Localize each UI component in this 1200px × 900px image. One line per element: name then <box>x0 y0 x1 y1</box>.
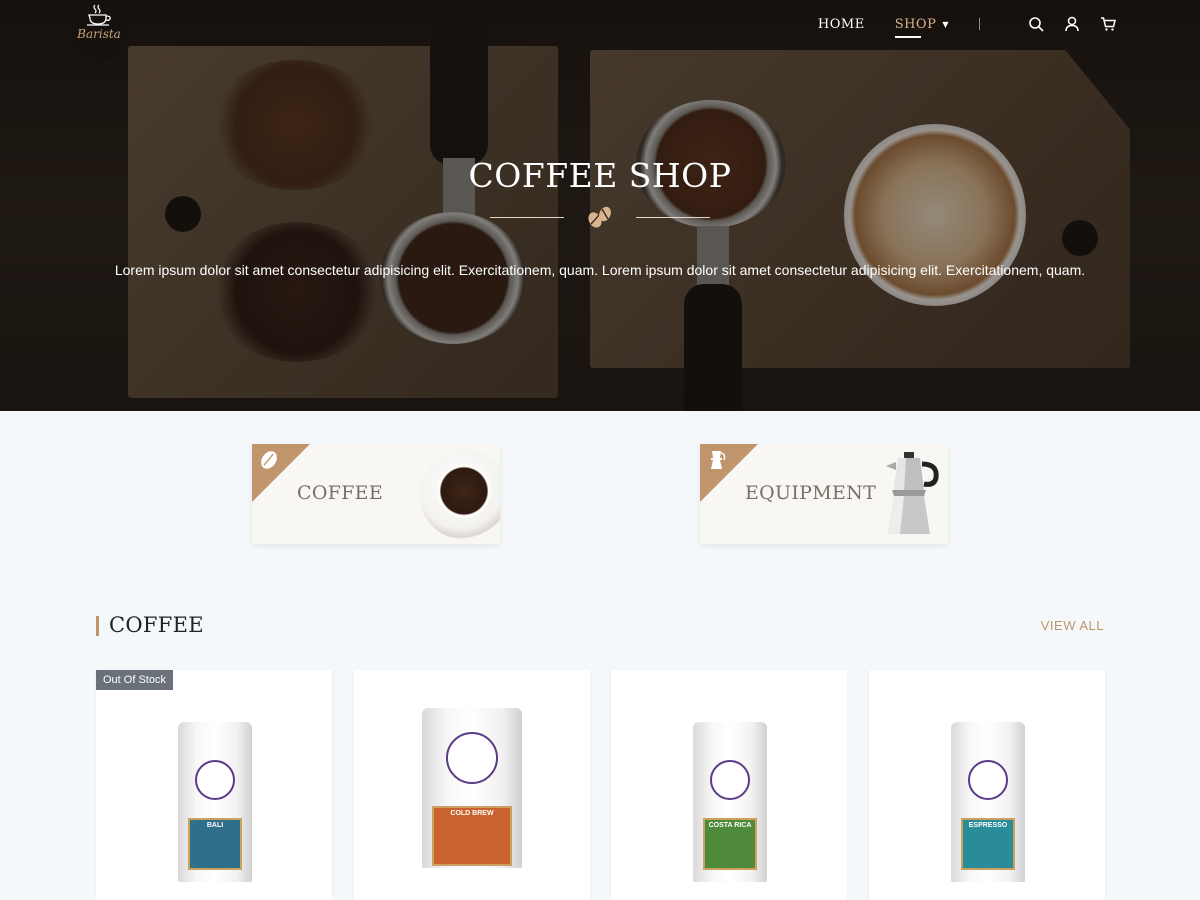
brand-seal-icon <box>446 732 498 784</box>
view-all-link[interactable]: VIEW ALL <box>1041 618 1104 633</box>
moka-pot-image <box>886 452 939 534</box>
search-icon[interactable] <box>1028 16 1044 32</box>
top-navigation: Barista HOME SHOP ▼ <box>0 0 1200 62</box>
cart-icon[interactable] <box>1100 16 1116 32</box>
section-accent-bar <box>96 616 99 636</box>
out-of-stock-badge: Out Of Stock <box>96 670 173 690</box>
brand-seal-icon <box>195 760 235 800</box>
coffee-cup-icon <box>87 4 111 26</box>
hero-divider <box>490 204 710 230</box>
product-image: COSTA RICA <box>693 722 767 882</box>
product-label-text: BALI <box>206 822 224 829</box>
product-label: ESPRESSO <box>961 818 1015 870</box>
moka-pot-icon <box>711 451 726 469</box>
category-label-coffee: COFFEE <box>297 482 384 504</box>
product-label: COSTA RICA <box>703 818 757 870</box>
product-card[interactable]: ESPRESSO <box>869 670 1105 900</box>
product-image: COLD BREW <box>422 708 522 868</box>
section-title: COFFEE <box>109 613 204 637</box>
divider-line <box>636 216 710 218</box>
product-label-text: ESPRESSO <box>968 822 1008 829</box>
coffee-section-header: COFFEE VIEW ALL <box>96 612 1104 640</box>
hero-banner: COFFEE SHOP Lorem ipsum dolor sit amet c… <box>0 0 1200 411</box>
menu-divider <box>979 18 980 30</box>
brand-seal-icon <box>710 760 750 800</box>
category-card-coffee[interactable]: COFFEE <box>252 444 500 544</box>
main-menu: HOME SHOP ▼ <box>818 16 1116 38</box>
brand-name: Barista <box>77 27 121 41</box>
coffee-cup-image <box>437 464 491 518</box>
nav-shop-label: SHOP <box>894 16 937 32</box>
product-card[interactable]: COLD BREW <box>354 670 590 900</box>
product-card[interactable]: COSTA RICA <box>611 670 847 900</box>
product-image: BALI <box>178 722 252 882</box>
coffee-bean-icon <box>261 451 277 469</box>
divider-line <box>490 216 564 218</box>
product-card[interactable]: Out Of Stock BALI <box>96 670 332 900</box>
product-label: COLD BREW <box>432 806 512 866</box>
product-image: ESPRESSO <box>951 722 1025 882</box>
coffee-beans-icon <box>588 206 611 228</box>
product-label-text: COSTA RICA <box>708 822 752 829</box>
chevron-down-icon: ▼ <box>942 19 949 29</box>
nav-home-link[interactable]: HOME <box>818 17 865 32</box>
product-label: BALI <box>188 818 242 870</box>
product-label-text: COLD BREW <box>450 810 494 817</box>
brand-logo[interactable]: Barista <box>72 0 126 62</box>
brand-seal-icon <box>968 760 1008 800</box>
hero-title: COFFEE SHOP <box>468 156 732 195</box>
category-card-equipment[interactable]: EQUIPMENT <box>700 444 948 544</box>
user-icon[interactable] <box>1064 16 1080 32</box>
hero-subtitle: Lorem ipsum dolor sit amet consectetur a… <box>114 262 1086 278</box>
nav-shop-link[interactable]: SHOP ▼ <box>894 16 949 38</box>
category-label-equipment: EQUIPMENT <box>745 482 877 504</box>
